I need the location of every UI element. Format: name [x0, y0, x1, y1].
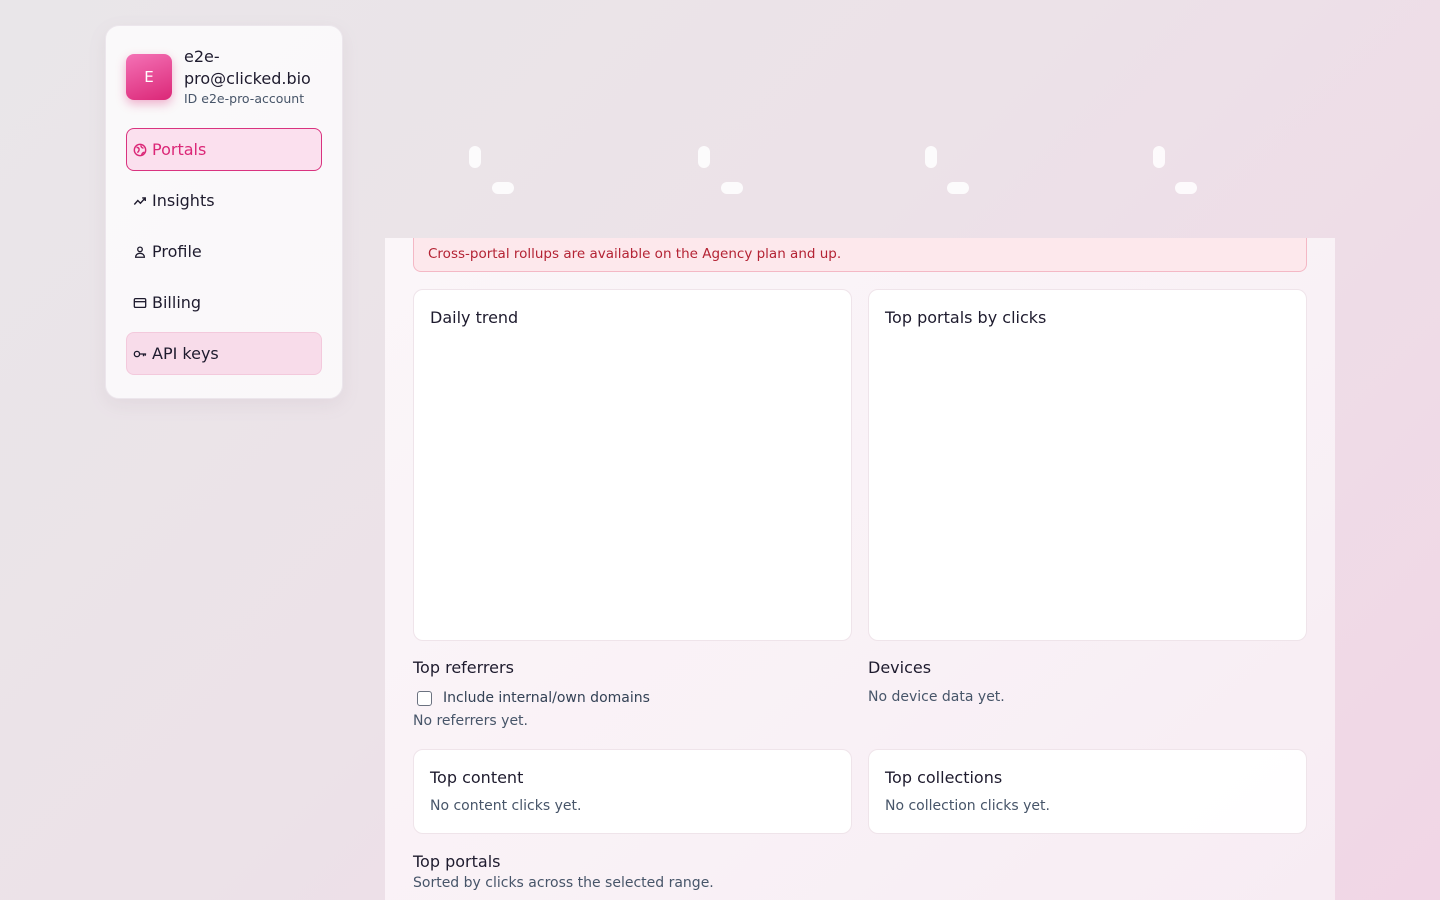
skeleton-placeholder [469, 146, 481, 168]
card-empty-state: No collection clicks yet. [885, 798, 1050, 814]
sidebar-item-billing[interactable]: Billing [126, 281, 322, 324]
card-title: Top portals by clicks [885, 308, 1047, 327]
account-header: E e2e-pro@clicked.bio ID e2e-pro-account [126, 46, 322, 106]
plan-alert: Cross-portal rollups are available on th… [413, 238, 1307, 272]
card-title: Daily trend [430, 308, 519, 327]
sidebar-item-profile[interactable]: Profile [126, 230, 322, 273]
skeleton-placeholder [947, 182, 969, 194]
card-title: Top collections [885, 768, 1003, 787]
sidebar-item-label: API keys [152, 344, 219, 363]
daily-trend-card: Daily trend [413, 289, 852, 641]
credit-card-icon [132, 295, 148, 311]
top-portals-title: Top portals [413, 852, 501, 871]
devices-empty-state: No device data yet. [868, 689, 1005, 705]
sidebar-item-label: Portals [152, 140, 207, 159]
checkbox-label: Include internal/own domains [443, 690, 650, 706]
globe-icon [132, 142, 148, 158]
devices-title: Devices [868, 658, 932, 677]
card-title: Top content [430, 768, 524, 787]
top-collections-card: Top collections No collection clicks yet… [868, 749, 1307, 834]
sidebar-nav: Portals Insights Profile Billing API key… [126, 128, 322, 383]
sidebar-item-label: Billing [152, 293, 202, 312]
sidebar-item-label: Insights [152, 191, 215, 210]
top-portals-subtitle: Sorted by clicks across the selected ran… [413, 875, 714, 891]
referrers-empty-state: No referrers yet. [413, 713, 529, 729]
sidebar: E e2e-pro@clicked.bio ID e2e-pro-account… [105, 25, 343, 399]
skeleton-placeholder [698, 146, 710, 168]
skeleton-placeholder [721, 182, 743, 194]
skeleton-placeholder [925, 146, 937, 168]
sidebar-item-insights[interactable]: Insights [126, 179, 322, 222]
include-internal-domains-checkbox[interactable] [417, 690, 432, 706]
user-icon [132, 244, 148, 260]
skeleton-placeholder [1153, 146, 1165, 168]
sidebar-item-api-keys[interactable]: API keys [126, 332, 322, 375]
top-content-card: Top content No content clicks yet. [413, 749, 852, 834]
account-email: e2e-pro@clicked.bio [184, 47, 311, 88]
account-info: e2e-pro@clicked.bio ID e2e-pro-account [184, 46, 322, 106]
top-referrers-title: Top referrers [413, 658, 514, 677]
plan-alert-text: Cross-portal rollups are available on th… [428, 245, 842, 262]
avatar: E [126, 54, 172, 100]
skeleton-placeholder [492, 182, 514, 194]
include-internal-domains-toggle[interactable]: Include internal/own domains [417, 690, 650, 706]
card-empty-state: No content clicks yet. [430, 798, 582, 814]
top-portals-by-clicks-card: Top portals by clicks [868, 289, 1307, 641]
trend-icon [132, 193, 148, 209]
sidebar-item-label: Profile [152, 242, 202, 261]
insights-panel: Cross-portal rollups are available on th… [385, 238, 1335, 900]
account-id: ID e2e-pro-account [184, 91, 305, 106]
skeleton-placeholder [1175, 182, 1197, 194]
key-icon [132, 346, 148, 362]
sidebar-item-portals[interactable]: Portals [126, 128, 322, 171]
